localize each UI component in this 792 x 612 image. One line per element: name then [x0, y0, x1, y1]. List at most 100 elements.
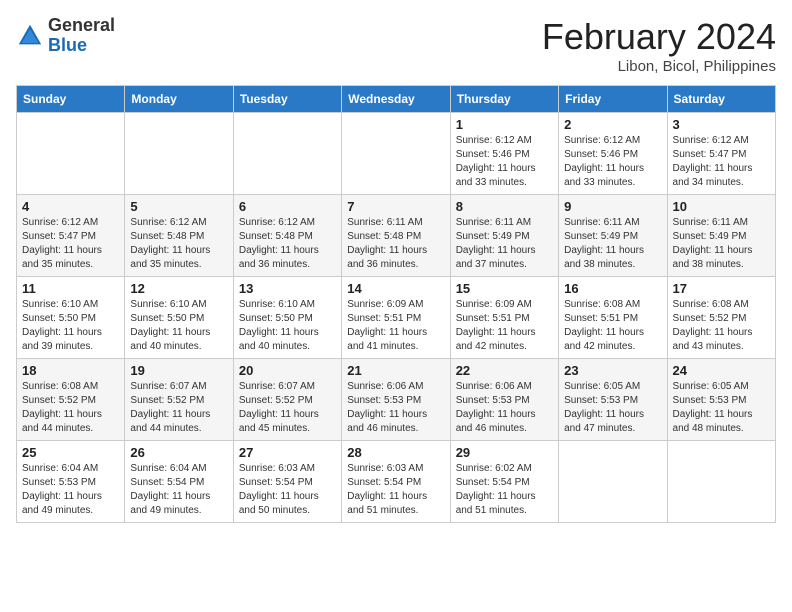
calendar-cell: 7Sunrise: 6:11 AMSunset: 5:48 PMDaylight…: [342, 195, 450, 277]
calendar-cell: 9 Sunrise: 6:11 AMSunset: 5:49 PMDaylight…: [559, 195, 667, 277]
day-info: Sunrise: 6:03 AMSunset: 5:54 PMDaylight:…: [347, 462, 444, 518]
day-number: 13: [239, 281, 336, 296]
logo-blue-text: Blue: [48, 35, 87, 55]
calendar-cell: 16 Sunrise: 6:08 AMSunset: 5:51 PMDayligh…: [559, 277, 667, 359]
calendar-cell: 20Sunrise: 6:07 AMSunset: 5:52 PMDayligh…: [233, 359, 341, 441]
calendar-week-row: 11 Sunrise: 6:10 AMSunset: 5:50 PMDayligh…: [17, 277, 776, 359]
day-number: 3: [673, 117, 770, 132]
calendar-table: SundayMondayTuesdayWednesdayThursdayFrid…: [16, 85, 776, 523]
day-info: Sunrise: 6:08 AMSunset: 5:52 PMDaylight:…: [22, 380, 119, 436]
calendar-week-row: 25 Sunrise: 6:04 AMSunset: 5:53 PMDayligh…: [17, 441, 776, 523]
calendar-cell: [233, 113, 341, 195]
day-number: 11: [22, 281, 119, 296]
day-info: Sunrise: 6:11 AMSunset: 5:49 PMDaylight:…: [673, 216, 770, 272]
weekday-header-friday: Friday: [559, 86, 667, 113]
day-number: 29: [456, 445, 553, 460]
day-info: Sunrise: 6:12 AMSunset: 5:46 PMDaylight:…: [564, 134, 661, 190]
day-number: 17: [673, 281, 770, 296]
day-info: Sunrise: 6:08 AMSunset: 5:51 PMDaylight:…: [564, 298, 661, 354]
title-section: February 2024 Libon, Bicol, Philippines: [542, 16, 776, 75]
calendar-cell: 23Sunrise: 6:05 AMSunset: 5:53 PMDayligh…: [559, 359, 667, 441]
calendar-cell: 10 Sunrise: 6:11 AMSunset: 5:49 PMDayligh…: [667, 195, 775, 277]
calendar-cell: 6 Sunrise: 6:12 AMSunset: 5:48 PMDaylight…: [233, 195, 341, 277]
logo: General Blue: [16, 16, 115, 56]
calendar-cell: [559, 441, 667, 523]
calendar-cell: 11 Sunrise: 6:10 AMSunset: 5:50 PMDayligh…: [17, 277, 125, 359]
calendar-cell: 13 Sunrise: 6:10 AMSunset: 5:50 PMDayligh…: [233, 277, 341, 359]
calendar-cell: 24Sunrise: 6:05 AMSunset: 5:53 PMDayligh…: [667, 359, 775, 441]
day-info: Sunrise: 6:06 AMSunset: 5:53 PMDaylight:…: [347, 380, 444, 436]
day-number: 27: [239, 445, 336, 460]
day-number: 12: [130, 281, 227, 296]
page-header: General Blue February 2024 Libon, Bicol,…: [16, 16, 776, 75]
calendar-cell: 2 Sunrise: 6:12 AMSunset: 5:46 PMDaylight…: [559, 113, 667, 195]
calendar-cell: 18Sunrise: 6:08 AMSunset: 5:52 PMDayligh…: [17, 359, 125, 441]
day-number: 16: [564, 281, 661, 296]
calendar-cell: 17 Sunrise: 6:08 AMSunset: 5:52 PMDayligh…: [667, 277, 775, 359]
calendar-cell: 19 Sunrise: 6:07 AMSunset: 5:52 PMDayligh…: [125, 359, 233, 441]
day-number: 6: [239, 199, 336, 214]
day-number: 2: [564, 117, 661, 132]
day-info: Sunrise: 6:05 AMSunset: 5:53 PMDaylight:…: [564, 380, 661, 436]
day-info: Sunrise: 6:12 AMSunset: 5:48 PMDaylight:…: [239, 216, 336, 272]
calendar-cell: [125, 113, 233, 195]
day-info: Sunrise: 6:11 AMSunset: 5:49 PMDaylight:…: [564, 216, 661, 272]
day-info: Sunrise: 6:07 AMSunset: 5:52 PMDaylight:…: [239, 380, 336, 436]
calendar-cell: 26Sunrise: 6:04 AMSunset: 5:54 PMDayligh…: [125, 441, 233, 523]
weekday-header-row: SundayMondayTuesdayWednesdayThursdayFrid…: [17, 86, 776, 113]
weekday-header-monday: Monday: [125, 86, 233, 113]
day-info: Sunrise: 6:09 AMSunset: 5:51 PMDaylight:…: [456, 298, 553, 354]
weekday-header-thursday: Thursday: [450, 86, 558, 113]
day-info: Sunrise: 6:07 AMSunset: 5:52 PMDaylight:…: [130, 380, 227, 436]
calendar-cell: 8 Sunrise: 6:11 AMSunset: 5:49 PMDaylight…: [450, 195, 558, 277]
calendar-week-row: 1 Sunrise: 6:12 AMSunset: 5:46 PMDaylight…: [17, 113, 776, 195]
day-number: 21: [347, 363, 444, 378]
calendar-cell: 15 Sunrise: 6:09 AMSunset: 5:51 PMDayligh…: [450, 277, 558, 359]
day-number: 4: [22, 199, 119, 214]
day-number: 5: [130, 199, 227, 214]
calendar-cell: 29 Sunrise: 6:02 AMSunset: 5:54 PMDayligh…: [450, 441, 558, 523]
day-number: 24: [673, 363, 770, 378]
calendar-cell: 12Sunrise: 6:10 AMSunset: 5:50 PMDayligh…: [125, 277, 233, 359]
day-info: Sunrise: 6:11 AMSunset: 5:48 PMDaylight:…: [347, 216, 444, 272]
calendar-cell: 22 Sunrise: 6:06 AMSunset: 5:53 PMDayligh…: [450, 359, 558, 441]
day-number: 10: [673, 199, 770, 214]
calendar-cell: 4Sunrise: 6:12 AMSunset: 5:47 PMDaylight…: [17, 195, 125, 277]
day-number: 15: [456, 281, 553, 296]
weekday-header-saturday: Saturday: [667, 86, 775, 113]
day-number: 1: [456, 117, 553, 132]
day-info: Sunrise: 6:09 AMSunset: 5:51 PMDaylight:…: [347, 298, 444, 354]
day-info: Sunrise: 6:02 AMSunset: 5:54 PMDaylight:…: [456, 462, 553, 518]
calendar-cell: 14 Sunrise: 6:09 AMSunset: 5:51 PMDayligh…: [342, 277, 450, 359]
day-info: Sunrise: 6:11 AMSunset: 5:49 PMDaylight:…: [456, 216, 553, 272]
calendar-week-row: 4Sunrise: 6:12 AMSunset: 5:47 PMDaylight…: [17, 195, 776, 277]
calendar-cell: [667, 441, 775, 523]
day-info: Sunrise: 6:12 AMSunset: 5:47 PMDaylight:…: [673, 134, 770, 190]
logo-icon: [16, 22, 44, 50]
weekday-header-wednesday: Wednesday: [342, 86, 450, 113]
day-info: Sunrise: 6:04 AMSunset: 5:54 PMDaylight:…: [130, 462, 227, 518]
calendar-cell: 5 Sunrise: 6:12 AMSunset: 5:48 PMDaylight…: [125, 195, 233, 277]
weekday-header-sunday: Sunday: [17, 86, 125, 113]
day-number: 22: [456, 363, 553, 378]
calendar-cell: 28Sunrise: 6:03 AMSunset: 5:54 PMDayligh…: [342, 441, 450, 523]
day-info: Sunrise: 6:08 AMSunset: 5:52 PMDaylight:…: [673, 298, 770, 354]
calendar-cell: 25 Sunrise: 6:04 AMSunset: 5:53 PMDayligh…: [17, 441, 125, 523]
calendar-cell: 3 Sunrise: 6:12 AMSunset: 5:47 PMDaylight…: [667, 113, 775, 195]
day-info: Sunrise: 6:10 AMSunset: 5:50 PMDaylight:…: [22, 298, 119, 354]
day-info: Sunrise: 6:04 AMSunset: 5:53 PMDaylight:…: [22, 462, 119, 518]
day-number: 14: [347, 281, 444, 296]
day-info: Sunrise: 6:03 AMSunset: 5:54 PMDaylight:…: [239, 462, 336, 518]
calendar-week-row: 18Sunrise: 6:08 AMSunset: 5:52 PMDayligh…: [17, 359, 776, 441]
calendar-cell: [17, 113, 125, 195]
day-number: 9: [564, 199, 661, 214]
calendar-cell: 1Sunrise: 6:12 AMSunset: 5:46 PMDaylight…: [450, 113, 558, 195]
month-year-title: February 2024: [542, 16, 776, 58]
day-number: 25: [22, 445, 119, 460]
day-number: 8: [456, 199, 553, 214]
day-info: Sunrise: 6:12 AMSunset: 5:48 PMDaylight:…: [130, 216, 227, 272]
day-info: Sunrise: 6:06 AMSunset: 5:53 PMDaylight:…: [456, 380, 553, 436]
day-info: Sunrise: 6:10 AMSunset: 5:50 PMDaylight:…: [239, 298, 336, 354]
calendar-cell: 21 Sunrise: 6:06 AMSunset: 5:53 PMDayligh…: [342, 359, 450, 441]
day-number: 19: [130, 363, 227, 378]
